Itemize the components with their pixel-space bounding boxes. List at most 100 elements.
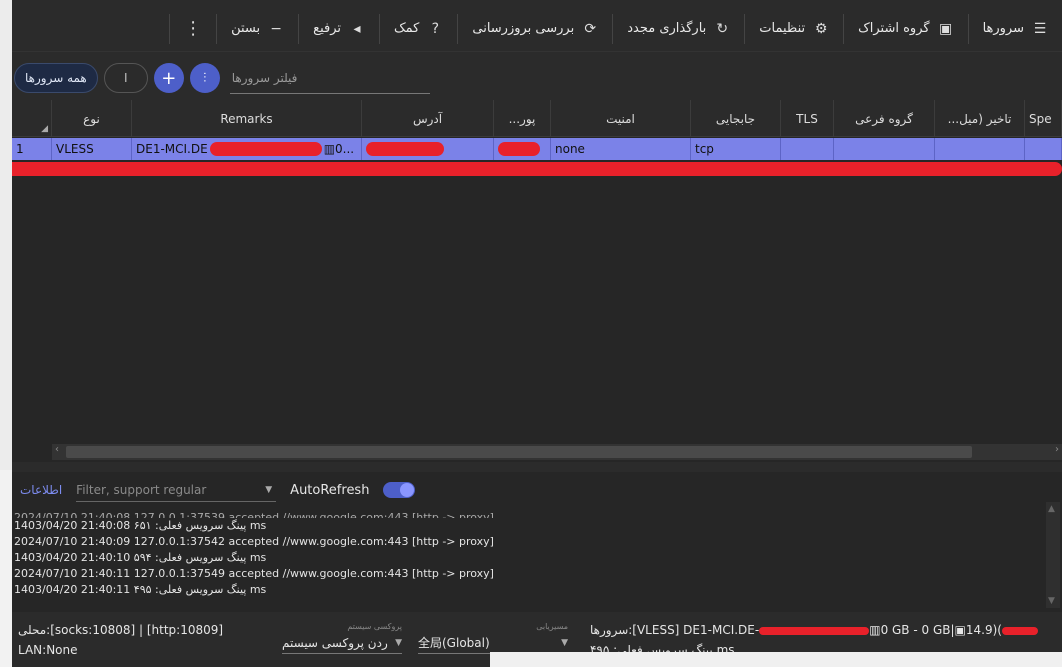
current-server-line: سرورها:[VLESS] DE1-MCI.DE- ▥0 GB - 0 GB|▣… <box>590 620 1038 640</box>
subscription-icon: ▣ <box>938 20 953 37</box>
grid-header: ◢ نوع Remarks آدرس ...پور امنیت جابجایی … <box>12 100 1062 137</box>
add-server-button[interactable]: + <box>153 63 184 93</box>
chart-icon: ▥ <box>323 142 336 156</box>
column-transport[interactable]: جابجایی <box>691 100 781 137</box>
header-corner[interactable]: ◢ <box>12 100 52 137</box>
column-port[interactable]: ...پور <box>494 100 551 137</box>
scroll-left-icon[interactable]: ‹ <box>55 444 59 455</box>
speedtest-button[interactable]: ⫶ <box>189 63 220 93</box>
scroll-down-icon[interactable]: ▼ <box>1048 596 1055 606</box>
window-left-edge-lower <box>0 470 12 667</box>
routing-select[interactable]: مسیریابی 全局(Global) ▼ <box>418 622 568 654</box>
log-line: 1403/04/20 21:40:11 پینگ سرویس فعلی: ۴۹۵… <box>14 583 267 596</box>
system-proxy-select[interactable]: پروکسی سیستم ردن پروکسی سیستم ▼ <box>282 622 402 654</box>
log-lines: 2024/07/10 21:40:08 127.0.0.1:37539 acce… <box>12 510 1042 598</box>
column-type[interactable]: نوع <box>52 100 132 137</box>
scroll-right-icon[interactable]: › <box>1055 444 1059 455</box>
system-proxy-value: ردن پروکسی سیستم <box>282 635 388 650</box>
row-address <box>362 138 494 160</box>
chart-icon: ▥ <box>869 623 881 637</box>
toolbar-promote-label: ترفیع <box>313 21 342 36</box>
toolbar-reload[interactable]: ↻ بارگذاری مجدد <box>612 13 744 44</box>
column-security[interactable]: امنیت <box>551 100 691 137</box>
more-options-icon[interactable]: ⋮ <box>169 13 216 44</box>
log-filter-placeholder: Filter, support regular <box>76 482 207 497</box>
redaction-mark <box>759 626 870 635</box>
server-grid: ◢ نوع Remarks آدرس ...پور امنیت جابجایی … <box>12 100 1062 462</box>
row-type: VLESS <box>52 138 132 160</box>
current-server: سرورها:[VLESS] DE1-MCI.DE- <box>590 623 760 637</box>
toolbar-settings[interactable]: ⚙ تنظیمات <box>744 13 843 44</box>
autorefresh-label: AutoRefresh <box>290 482 370 498</box>
column-tls[interactable]: TLS <box>781 100 834 137</box>
gear-icon: ⚙ <box>814 20 828 37</box>
row-remarks-tail: 0... <box>335 142 355 156</box>
row-transport: tcp <box>691 138 781 160</box>
column-address[interactable]: آدرس <box>362 100 494 137</box>
row-subgroup <box>834 138 935 160</box>
main-toolbar: ☰ سرورها ▣ گروه اشتراک ⚙ تنظیمات ↻ بارگذ… <box>12 6 1062 52</box>
servers-icon: ☰ <box>1033 20 1047 37</box>
tab-info[interactable]: اطلاعات <box>12 483 62 497</box>
redaction-mark <box>1001 626 1038 635</box>
log-vertical-scrollbar[interactable]: ▲ ▼ <box>1046 502 1060 608</box>
horizontal-scroll-thumb[interactable] <box>66 446 972 458</box>
toolbar-promote[interactable]: ◂ ترفیع <box>298 13 379 44</box>
toolbar-servers[interactable]: ☰ سرورها <box>967 13 1062 44</box>
toolbar-close[interactable]: − بستن <box>216 13 298 44</box>
chevron-down-icon: ▼ <box>265 484 273 495</box>
chevron-down-icon: ▼ <box>395 637 402 648</box>
toolbar-update-label: بررسی بروزرسانی <box>472 21 575 36</box>
traffic-info: 0 GB - 0 GB <box>880 623 951 637</box>
plus-icon: + <box>161 67 177 89</box>
local-ports: محلی:[socks:10808] | [http:10809] <box>18 623 224 637</box>
promote-icon: ◂ <box>353 20 361 37</box>
column-subgroup[interactable]: گروه فرعی <box>834 100 935 137</box>
help-icon: ? <box>431 20 440 37</box>
autorefresh-toggle[interactable] <box>383 482 416 498</box>
log-filter-input[interactable]: Filter, support regular ▼ <box>76 478 277 502</box>
scroll-up-icon[interactable]: ▲ <box>1048 504 1055 514</box>
row-speed <box>1025 138 1062 160</box>
toolbar-settings-label: تنظیمات <box>759 21 806 36</box>
chevron-down-icon: ▼ <box>561 637 568 648</box>
server-filter-bar: همه سرورها ا + ⫶ فیلتر سرورها <box>12 56 1062 100</box>
redaction-mark <box>366 142 444 156</box>
row-security: none <box>551 138 691 160</box>
toolbar-check-update[interactable]: ⟳ بررسی بروزرسانی <box>457 13 612 44</box>
horizontal-scrollbar[interactable]: ‹ › <box>52 444 1062 460</box>
toolbar-reload-label: بارگذاری مجدد <box>627 21 707 36</box>
column-delay[interactable]: ...تاخیر (میل <box>935 100 1025 137</box>
calendar-icon: |▣ <box>950 623 966 637</box>
log-line: 2024/07/10 21:40:09 127.0.0.1:37542 acce… <box>14 535 494 548</box>
row-port <box>494 138 551 160</box>
tab-all-servers[interactable]: همه سرورها <box>14 63 98 93</box>
column-speed[interactable]: Spe <box>1025 100 1062 137</box>
row-delay <box>935 138 1025 160</box>
waveform-icon: ⫶ <box>203 70 207 86</box>
system-proxy-caption: پروکسی سیستم <box>347 622 402 631</box>
tab-subscription-group[interactable]: ا <box>103 63 148 93</box>
toolbar-subscription[interactable]: ▣ گروه اشتراک <box>843 13 967 44</box>
row-remarks-cell: DE1-MCI.DE ▥ 0... <box>132 138 362 160</box>
column-remarks[interactable]: Remarks <box>132 100 362 137</box>
redaction-mark <box>498 142 540 156</box>
log-line: 1403/04/20 21:40:10 پینگ سرویس فعلی: ۵۹۴… <box>14 551 267 564</box>
expiry-info: 14.9)( <box>965 623 1002 637</box>
toolbar-servers-label: سرورها <box>982 21 1024 36</box>
update-icon: ⟳ <box>584 20 597 37</box>
redaction-mark <box>209 142 322 156</box>
reload-icon: ↻ <box>716 20 729 37</box>
redaction-line <box>12 162 1062 176</box>
row-tls <box>781 138 834 160</box>
background-taskbar <box>490 652 1062 667</box>
routing-value: 全局(Global) <box>418 636 490 650</box>
log-line: 2024/07/10 21:40:11 127.0.0.1:37549 acce… <box>14 567 494 580</box>
log-line: 1403/04/20 21:40:08 پینگ سرویس فعلی: ۶۵۱… <box>14 519 267 532</box>
minimize-icon: − <box>270 20 283 37</box>
table-row[interactable]: 1 VLESS DE1-MCI.DE ▥ 0... none tcp <box>12 138 1062 160</box>
toolbar-help[interactable]: ? کمک <box>379 13 457 44</box>
log-line: 2024/07/10 21:40:08 127.0.0.1:37539 acce… <box>14 511 494 518</box>
sort-corner-icon: ◢ <box>41 124 48 134</box>
server-filter-input[interactable]: فیلتر سرورها <box>229 62 430 94</box>
